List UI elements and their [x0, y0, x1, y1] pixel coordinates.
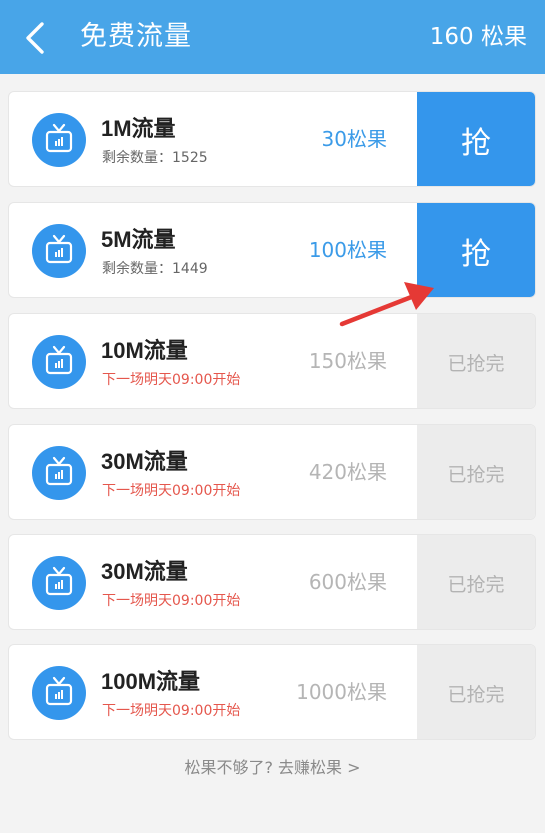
item-title: 10M流量: [101, 338, 188, 363]
list-item: 10M流量 下一场明天09:00开始 150松果 已抢完: [8, 313, 536, 409]
item-price: 30松果: [321, 127, 387, 151]
sold-out-button[interactable]: 已抢完: [417, 645, 535, 739]
next-round-notice: 下一场明天09:00开始: [102, 483, 241, 499]
tv-icon: [32, 224, 86, 278]
item-price: 100松果: [308, 238, 387, 262]
sold-out-button[interactable]: 已抢完: [417, 535, 535, 629]
pinecone-balance: 160 松果: [429, 24, 527, 50]
next-round-notice: 下一场明天09:00开始: [102, 593, 241, 609]
tv-icon: [32, 666, 86, 720]
item-price: 420松果: [308, 460, 387, 484]
red-arrow-annotation: [339, 282, 434, 327]
item-remaining: 剩余数量：1525: [102, 150, 208, 166]
item-title: 30M流量: [101, 559, 188, 584]
list-item: 30M流量 下一场明天09:00开始 420松果 已抢完: [8, 424, 536, 520]
sold-out-button[interactable]: 已抢完: [417, 425, 535, 519]
grab-button[interactable]: 抢: [417, 92, 535, 186]
app-header: 免费流量 160 松果: [0, 0, 545, 74]
item-title: 1M流量: [101, 116, 176, 141]
list-item: 1M流量 剩余数量：1525 30松果 抢: [8, 91, 536, 187]
tv-icon: [32, 556, 86, 610]
next-round-notice: 下一场明天09:00开始: [102, 372, 241, 388]
item-price: 600松果: [308, 570, 387, 594]
list-item: 100M流量 下一场明天09:00开始 1000松果 已抢完: [8, 644, 536, 740]
item-title: 30M流量: [101, 449, 188, 474]
tv-icon: [32, 335, 86, 389]
item-price: 150松果: [308, 349, 387, 373]
list-item: 30M流量 下一场明天09:00开始 600松果 已抢完: [8, 534, 536, 630]
item-remaining: 剩余数量：1449: [102, 261, 208, 277]
tv-icon: [32, 446, 86, 500]
chevron-left-icon[interactable]: [22, 20, 52, 56]
next-round-notice: 下一场明天09:00开始: [102, 703, 241, 719]
tv-icon: [32, 113, 86, 167]
page-title: 免费流量: [80, 21, 192, 52]
item-title: 100M流量: [101, 669, 201, 694]
earn-pinecones-link[interactable]: 松果不够了? 去赚松果 >: [0, 757, 545, 779]
list-item: 5M流量 剩余数量：1449 100松果 抢: [8, 202, 536, 298]
item-title: 5M流量: [101, 227, 176, 252]
item-price: 1000松果: [296, 680, 387, 704]
